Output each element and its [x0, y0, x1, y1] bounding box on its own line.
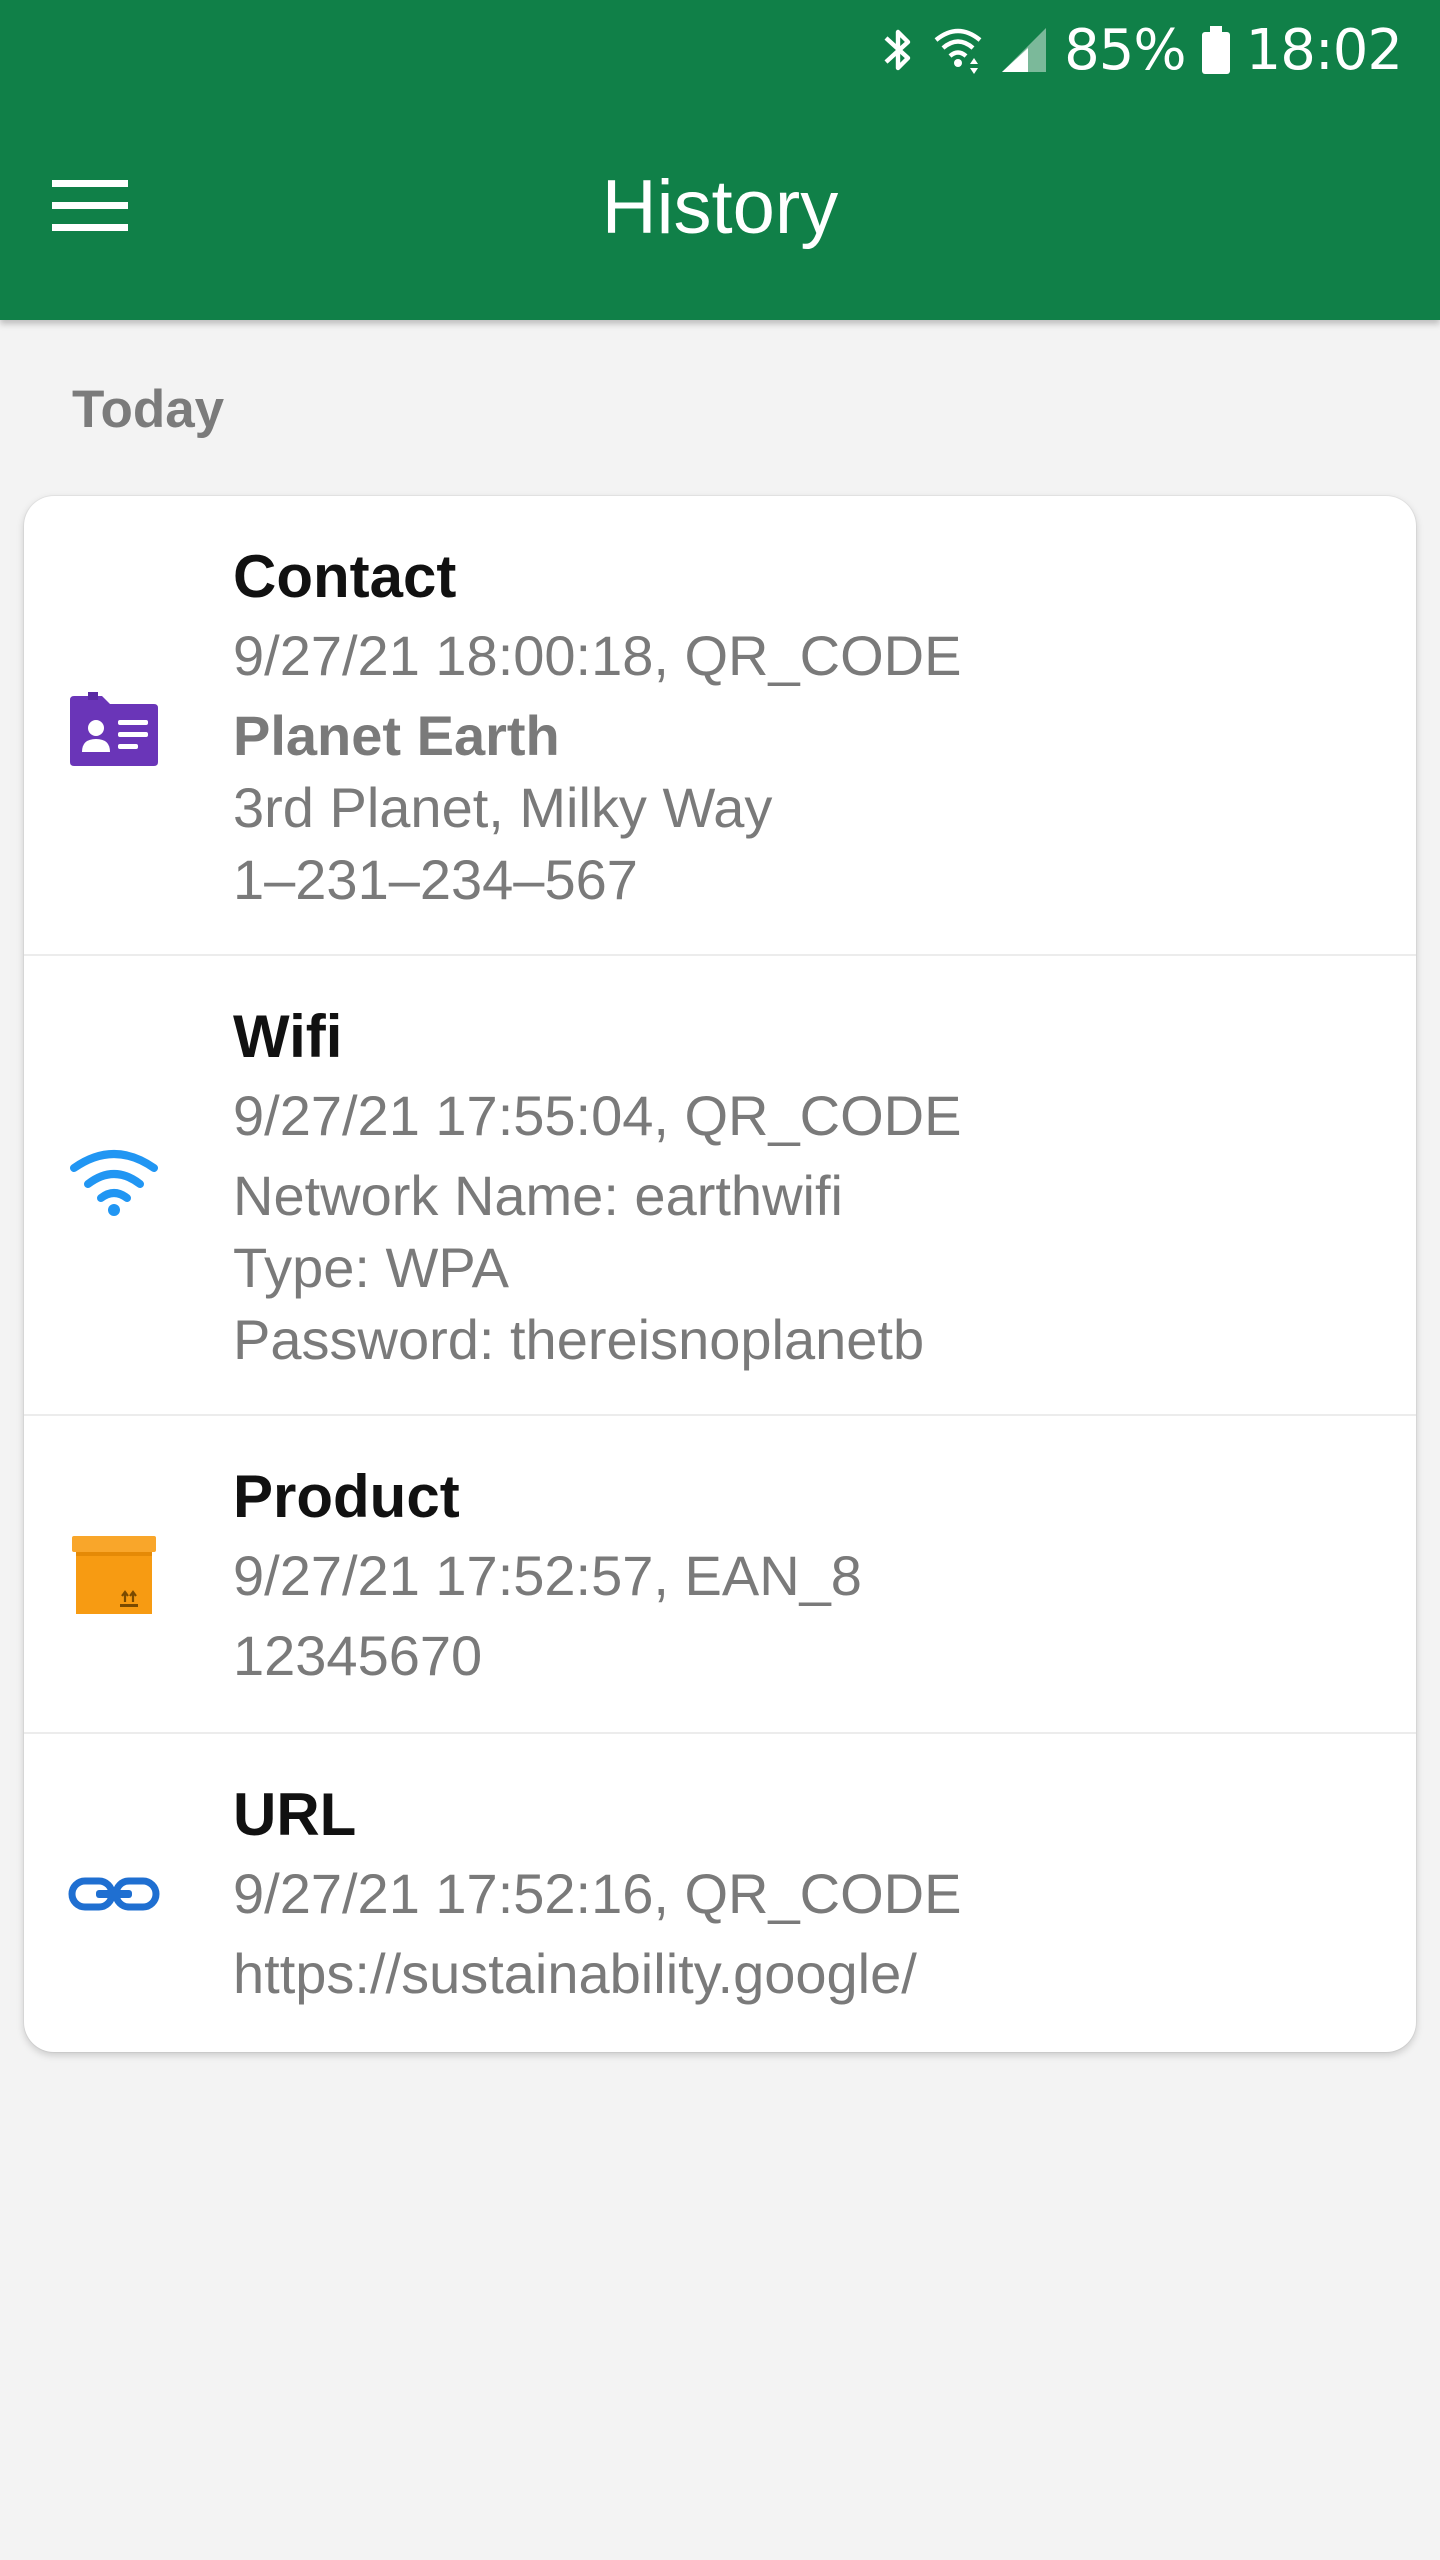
contact-name: Planet Earth — [233, 704, 560, 767]
item-timestamp-format: 9/27/21 18:00:18, QR_CODE — [233, 624, 962, 687]
history-item-contact[interactable]: Contact 9/27/21 18:00:18, QR_CODE Planet… — [24, 496, 1416, 956]
page-title: History — [601, 165, 839, 250]
section-header-today: Today — [72, 380, 225, 439]
package-box-icon — [66, 1528, 162, 1624]
signal-icon — [998, 22, 1050, 78]
wifi-password: Password: thereisnoplanetb — [233, 1308, 925, 1371]
item-type-label: URL — [233, 1781, 357, 1848]
link-icon — [66, 1846, 162, 1942]
item-timestamp-format: 9/27/21 17:55:04, QR_CODE — [233, 1084, 962, 1147]
wifi-icon — [66, 1134, 162, 1230]
history-item-wifi[interactable]: Wifi 9/27/21 17:55:04, QR_CODE Network N… — [24, 956, 1416, 1416]
battery-icon — [1200, 22, 1232, 78]
item-type-label: Contact — [233, 543, 457, 610]
contact-address: 3rd Planet, Milky Way — [233, 776, 773, 839]
item-type-label: Wifi — [233, 1003, 343, 1070]
url-value: https://sustainability.google/ — [233, 1942, 917, 2005]
item-type-label: Product — [233, 1463, 460, 1530]
history-list-card: Contact 9/27/21 18:00:18, QR_CODE Planet… — [24, 496, 1416, 2052]
app-bar: 85% 18:02 History — [0, 0, 1440, 320]
item-timestamp-format: 9/27/21 17:52:16, QR_CODE — [233, 1862, 962, 1925]
contact-phone: 1–231–234–567 — [233, 848, 638, 911]
wifi-icon — [932, 22, 984, 78]
clock-time: 18:02 — [1245, 17, 1403, 83]
history-item-product[interactable]: Product 9/27/21 17:52:57, EAN_8 12345670 — [24, 1416, 1416, 1734]
status-bar: 85% 18:02 — [878, 14, 1403, 86]
item-timestamp-format: 9/27/21 17:52:57, EAN_8 — [233, 1544, 862, 1607]
wifi-type: Type: WPA — [233, 1236, 509, 1299]
bluetooth-icon — [878, 22, 918, 78]
battery-percent: 85% — [1064, 17, 1186, 83]
contact-card-icon — [66, 682, 162, 778]
history-item-url[interactable]: URL 9/27/21 17:52:16, QR_CODE https://su… — [24, 1734, 1416, 2052]
product-barcode: 12345670 — [233, 1624, 483, 1687]
wifi-network-name: Network Name: earthwifi — [233, 1164, 843, 1227]
